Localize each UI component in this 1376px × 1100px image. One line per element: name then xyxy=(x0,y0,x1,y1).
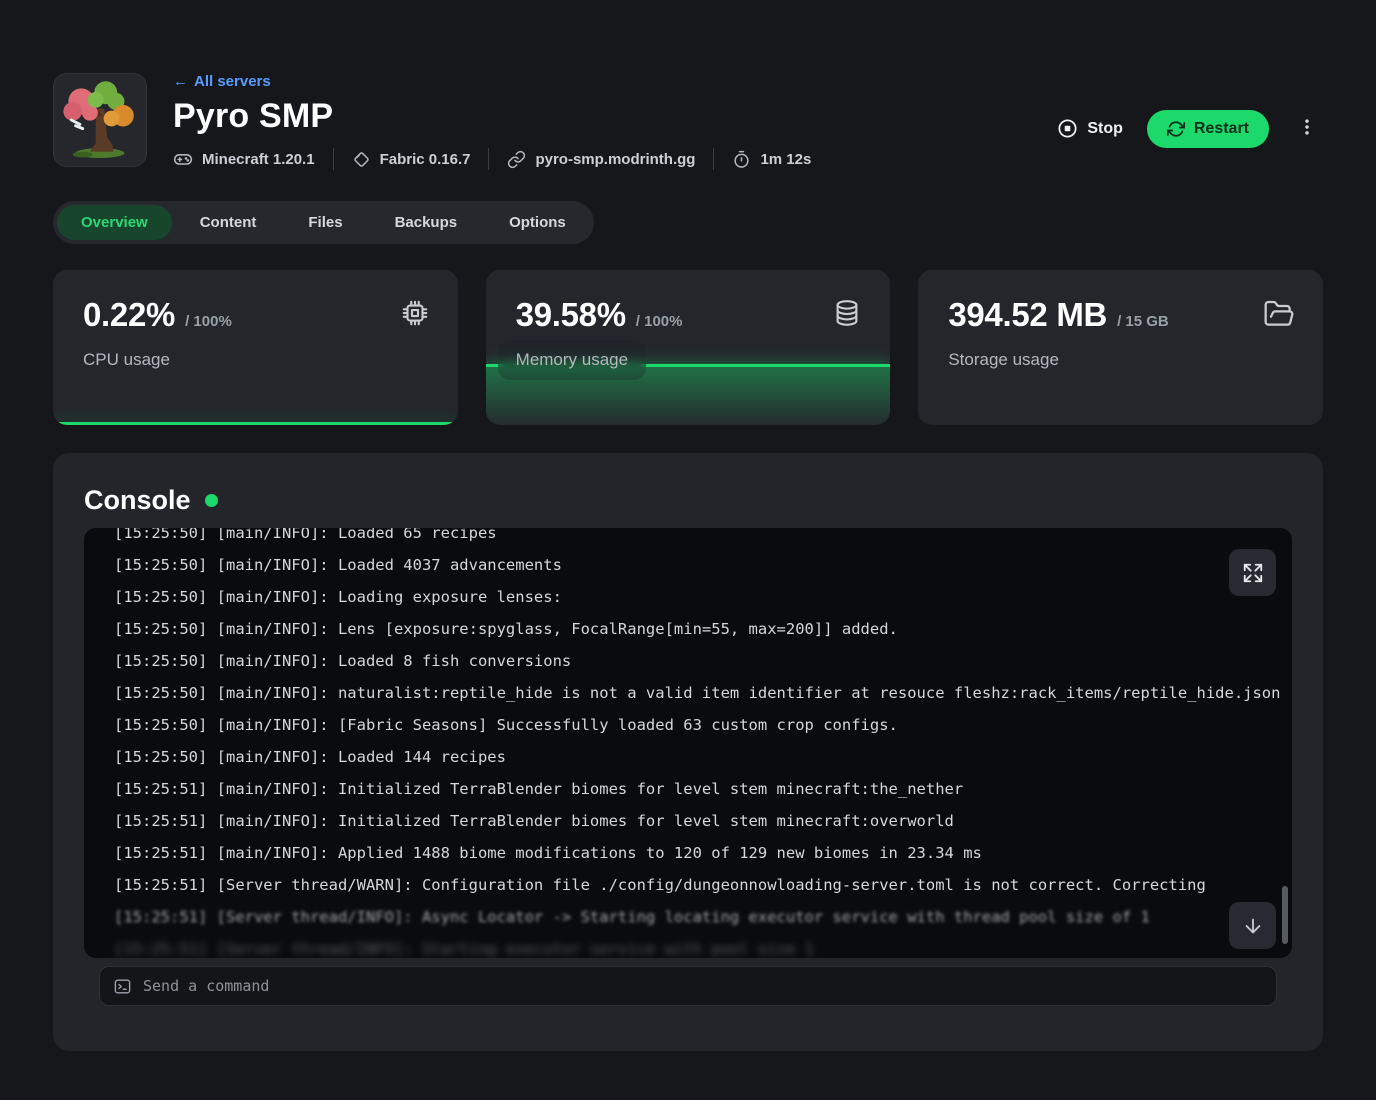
gamepad-icon xyxy=(173,149,193,169)
stat-content: 0.22% / 100% CPU usage xyxy=(53,270,458,396)
console-log: [15:25:50] [main/INFO]: Loaded 65 recipe… xyxy=(84,528,1292,958)
stat-label: Memory usage xyxy=(498,340,646,380)
meta-divider xyxy=(713,148,714,170)
folder-icon xyxy=(1263,298,1295,335)
scroll-to-bottom-button[interactable] xyxy=(1229,902,1276,949)
stat-label: Storage usage xyxy=(948,350,1059,370)
console-line: [15:25:51] [Server thread/INFO]: Startin… xyxy=(114,933,1262,958)
server-meta-item: Fabric 0.16.7 xyxy=(352,150,471,169)
server-meta-item: pyro-smp.modrinth.gg xyxy=(507,150,695,169)
restart-button[interactable]: Restart xyxy=(1147,110,1269,148)
stat-max: / 100% xyxy=(185,313,232,330)
console-line: [15:25:51] [main/INFO]: Initialized Terr… xyxy=(114,805,1262,837)
command-input-row xyxy=(99,966,1277,1006)
console-title-row: Console xyxy=(84,485,1292,516)
stop-button-label: Stop xyxy=(1087,120,1123,138)
tab-backups[interactable]: Backups xyxy=(371,205,482,240)
restart-icon xyxy=(1167,120,1185,138)
tab-files[interactable]: Files xyxy=(284,205,366,240)
expand-icon xyxy=(1242,562,1264,584)
console-line: [15:25:50] [main/INFO]: Loaded 8 fish co… xyxy=(114,645,1262,677)
fabric-icon xyxy=(352,150,371,169)
stat-value: 394.52 MB xyxy=(948,296,1107,334)
stat-value: 0.22% xyxy=(83,296,175,334)
console-line: [15:25:51] [main/INFO]: Applied 1488 bio… xyxy=(114,837,1262,869)
server-info: ← All servers Pyro SMP Minecraft 1.20.1 F… xyxy=(173,73,811,170)
arrow-down-icon xyxy=(1242,915,1264,937)
stat-card-memory-usage: 39.58% / 100% Memory usage xyxy=(486,270,891,425)
terminal-prompt-icon xyxy=(113,977,132,996)
stop-circle-icon xyxy=(1057,118,1078,139)
expand-console-button[interactable] xyxy=(1229,549,1276,596)
database-icon xyxy=(832,298,862,333)
tab-bar: OverviewContentFilesBackupsOptions xyxy=(53,201,594,244)
all-servers-back-link[interactable]: ← All servers xyxy=(173,73,271,90)
seasons-tree-icon xyxy=(54,74,146,166)
restart-button-label: Restart xyxy=(1194,120,1249,138)
header-controls: Stop Restart xyxy=(1047,109,1323,148)
back-arrow-icon: ← xyxy=(173,73,188,90)
tab-content[interactable]: Content xyxy=(176,205,281,240)
console-card: Console [15:25:50] [main/INFO]: Loaded 6… xyxy=(53,453,1323,1051)
console-scrollbar-thumb[interactable] xyxy=(1282,886,1288,944)
console-line: [15:25:50] [main/INFO]: naturalist:repti… xyxy=(114,677,1262,709)
back-link-label: All servers xyxy=(194,73,271,90)
console-line: [15:25:51] [Server thread/WARN]: Configu… xyxy=(114,869,1262,901)
stat-card-cpu-usage: 0.22% / 100% CPU usage xyxy=(53,270,458,425)
stat-content: 39.58% / 100% Memory usage xyxy=(486,270,891,396)
meta-label: Minecraft 1.20.1 xyxy=(202,151,315,168)
console-title: Console xyxy=(84,485,191,516)
console-line: [15:25:51] [main/INFO]: Initialized Terr… xyxy=(114,773,1262,805)
server-page: ← All servers Pyro SMP Minecraft 1.20.1 F… xyxy=(0,0,1376,1091)
stat-max: / 100% xyxy=(636,313,683,330)
meta-divider xyxy=(333,148,334,170)
stat-label: CPU usage xyxy=(83,350,170,370)
console-line: [15:25:50] [main/INFO]: [Fabric Seasons]… xyxy=(114,709,1262,741)
stats-row: 0.22% / 100% CPU usage 39.58% / 100% Memory u… xyxy=(53,270,1323,425)
more-options-kebab-icon[interactable] xyxy=(1291,109,1323,148)
link-icon xyxy=(507,150,526,169)
meta-label: 1m 12s xyxy=(760,151,811,168)
server-meta-row: Minecraft 1.20.1 Fabric 0.16.7 pyro-smp.mo… xyxy=(173,148,811,170)
server-meta-item: 1m 12s xyxy=(732,150,811,169)
stat-max: / 15 GB xyxy=(1117,313,1169,330)
usage-fill-area xyxy=(53,422,458,425)
online-status-dot xyxy=(205,494,218,507)
tab-overview[interactable]: Overview xyxy=(57,205,172,240)
console-line: [15:25:50] [main/INFO]: Lens [exposure:s… xyxy=(114,613,1262,645)
stopwatch-icon xyxy=(732,150,751,169)
meta-divider xyxy=(488,148,489,170)
stat-card-storage-usage: 394.52 MB / 15 GB Storage usage xyxy=(918,270,1323,425)
console-line: [15:25:50] [main/INFO]: Loaded 4037 adva… xyxy=(114,549,1262,581)
server-meta-item: Minecraft 1.20.1 xyxy=(173,149,315,169)
console-line: [15:25:51] [Server thread/INFO]: Async L… xyxy=(114,901,1262,933)
command-input[interactable] xyxy=(143,977,1263,995)
meta-label: Fabric 0.16.7 xyxy=(380,151,471,168)
console-line: [15:25:50] [main/INFO]: Loading exposure… xyxy=(114,581,1262,613)
console-line: [15:25:50] [main/INFO]: Loaded 65 recipe… xyxy=(114,528,1262,549)
meta-label: pyro-smp.modrinth.gg xyxy=(535,151,695,168)
tab-options[interactable]: Options xyxy=(485,205,590,240)
server-header: ← All servers Pyro SMP Minecraft 1.20.1 F… xyxy=(53,73,1323,170)
page-title: Pyro SMP xyxy=(173,97,811,136)
server-avatar xyxy=(53,73,147,167)
stat-value: 39.58% xyxy=(516,296,626,334)
console-line: [15:25:50] [main/INFO]: Loaded 144 recip… xyxy=(114,741,1262,773)
console-terminal[interactable]: [15:25:50] [main/INFO]: Loaded 65 recipe… xyxy=(84,528,1292,958)
stop-button[interactable]: Stop xyxy=(1047,110,1133,147)
cpu-icon xyxy=(400,298,430,333)
